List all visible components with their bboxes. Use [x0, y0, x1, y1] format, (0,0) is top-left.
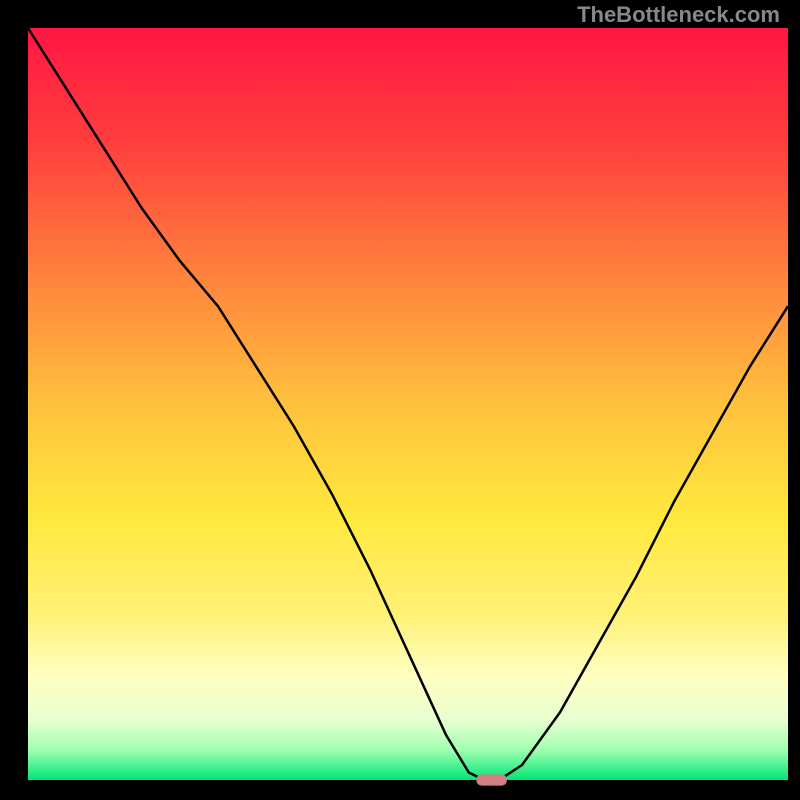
chart-container: TheBottleneck.com: [0, 0, 800, 800]
bottleneck-chart: [0, 0, 800, 800]
watermark-text: TheBottleneck.com: [577, 2, 780, 28]
chart-plot-bg: [28, 28, 788, 780]
optimal-marker: [476, 774, 506, 785]
